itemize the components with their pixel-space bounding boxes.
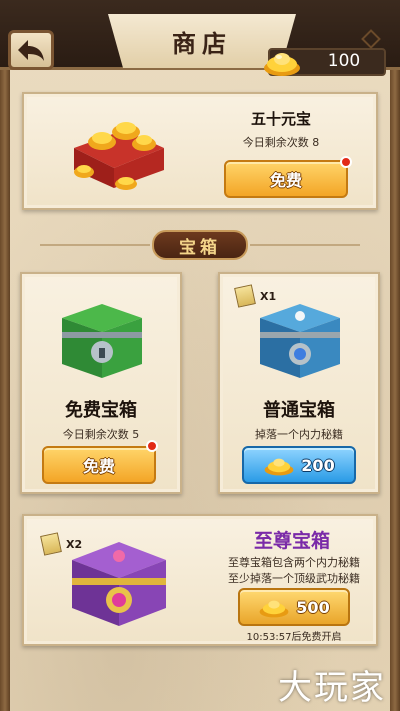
free-chest-remaining: 今日剩余次数 5 xyxy=(62,428,140,441)
blue-chest-icon xyxy=(260,304,340,378)
normal-chest-price: 200 xyxy=(301,455,335,475)
normal-chest-title: 普通宝箱 xyxy=(263,400,335,421)
section-title: 宝箱 xyxy=(179,237,221,258)
supreme-chest-description-1: 至尊宝箱包含两个内力秘籍 xyxy=(228,556,360,569)
divider-left xyxy=(40,244,150,246)
watermark: 大玩家 xyxy=(278,668,386,708)
supreme-chest-card: X2 至尊宝箱 至尊宝箱包含两个内力秘籍 至少掉落一个顶级武功秘籍 500 10… xyxy=(22,514,378,646)
normal-chest-buy-button[interactable]: 200 xyxy=(242,446,356,484)
right-frame xyxy=(390,40,400,711)
section-banner: 宝箱 xyxy=(152,230,248,260)
free-chest-card: 免费宝箱 今日剩余次数 5 免费 xyxy=(20,272,182,494)
gold-ingot-icon xyxy=(264,53,300,76)
red-dot-icon xyxy=(146,440,158,452)
back-button[interactable] xyxy=(8,30,54,70)
purple-chest-icon xyxy=(72,542,166,626)
ingot-offer-remaining: 今日剩余次数 8 xyxy=(242,136,320,149)
skill-book-icon xyxy=(40,532,62,556)
page-title: 商店 xyxy=(172,28,232,58)
green-chest-icon xyxy=(62,304,142,378)
supreme-chest-buy-button[interactable]: 500 xyxy=(238,588,350,626)
red-dot-icon xyxy=(340,156,352,168)
normal-chest-description: 掉落一个内力秘籍 xyxy=(255,428,343,441)
supreme-chest-description-2: 至少掉落一个顶级武功秘籍 xyxy=(228,572,360,585)
gold-ingot-icon xyxy=(264,458,294,476)
normal-chest-card: X1 普通宝箱 掉落一个内力秘籍 200 xyxy=(218,272,380,494)
free-chest-button[interactable]: 免费 xyxy=(42,446,156,484)
treasure-box-icon xyxy=(74,122,164,190)
supreme-chest-price: 500 xyxy=(296,597,330,617)
free-chest-title: 免费宝箱 xyxy=(65,400,137,421)
ingot-offer-title: 五十元宝 xyxy=(250,110,311,128)
ingot-offer-card: 五十元宝 今日剩余次数 8 免费 xyxy=(22,92,378,210)
gold-ingot-icon xyxy=(259,600,289,618)
gold-amount: 100 xyxy=(327,51,361,71)
divider-right xyxy=(250,244,360,246)
supreme-chest-timer: 10:53:57后免费开启 xyxy=(246,632,342,643)
back-arrow-icon xyxy=(18,40,44,61)
ingot-free-button[interactable]: 免费 xyxy=(224,160,348,198)
supreme-chest-title: 至尊宝箱 xyxy=(253,530,330,552)
left-frame xyxy=(0,40,10,711)
